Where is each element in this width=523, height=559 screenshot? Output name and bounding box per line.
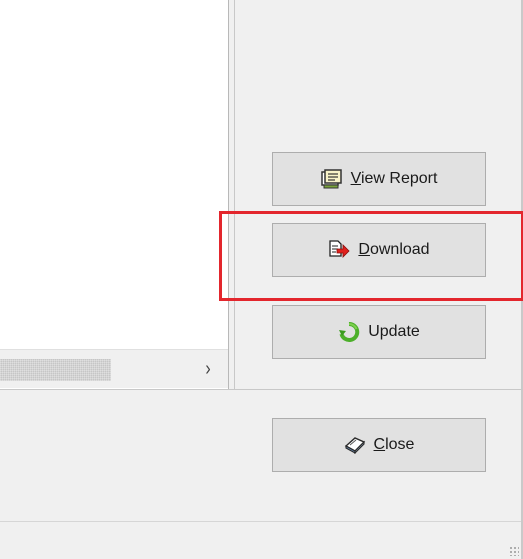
- download-icon: [328, 239, 350, 261]
- report-icon: [320, 168, 343, 190]
- download-button[interactable]: Download: [272, 223, 486, 277]
- horizontal-scrollbar[interactable]: ›: [0, 349, 228, 388]
- resize-grip[interactable]: [509, 546, 519, 556]
- vertical-divider: [234, 0, 235, 389]
- update-button[interactable]: Update: [272, 305, 486, 359]
- view-report-label: View Report: [350, 170, 438, 187]
- scrollbar-thumb[interactable]: [0, 359, 111, 381]
- horizontal-divider: [0, 389, 523, 390]
- status-bar-divider: [0, 521, 521, 522]
- close-book-icon: [344, 434, 366, 456]
- scroll-right-arrow[interactable]: ›: [202, 358, 215, 380]
- close-button[interactable]: Close: [272, 418, 486, 472]
- list-pane[interactable]: ›: [0, 0, 229, 389]
- download-label: Download: [358, 241, 430, 258]
- view-report-button[interactable]: View Report: [272, 152, 486, 206]
- refresh-icon: [338, 321, 360, 343]
- update-label: Update: [368, 323, 420, 340]
- close-label: Close: [373, 436, 415, 453]
